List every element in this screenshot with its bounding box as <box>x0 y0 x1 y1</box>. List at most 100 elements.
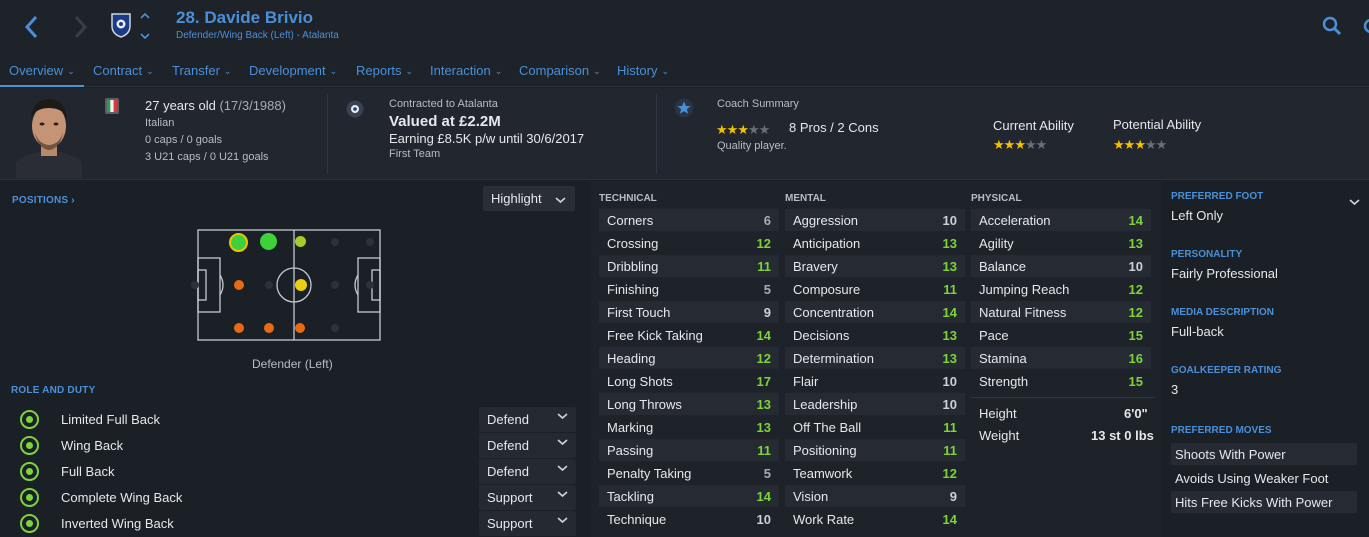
attribute-row[interactable]: Free Kick Taking 14 <box>599 324 779 346</box>
attribute-row[interactable]: Composure 11 <box>785 278 965 300</box>
attribute-name: Acceleration <box>979 213 1051 228</box>
position-dot[interactable] <box>234 280 244 290</box>
attribute-name: Natural Fitness <box>979 305 1067 320</box>
tab-interaction[interactable]: Interaction ⌄ <box>430 63 502 78</box>
attribute-row[interactable]: Positioning 11 <box>785 439 965 461</box>
position-dot[interactable] <box>295 323 305 333</box>
tab-development[interactable]: Development ⌄ <box>249 63 337 78</box>
contract-label: Contracted to Atalanta <box>389 98 498 110</box>
chevron-up-icon[interactable] <box>140 12 150 23</box>
position-dot[interactable] <box>295 236 306 247</box>
attribute-row[interactable]: Passing 11 <box>599 439 779 461</box>
attribute-name: Long Throws <box>607 397 682 412</box>
position-dot[interactable] <box>331 281 339 289</box>
tab-history[interactable]: History ⌄ <box>617 63 669 78</box>
position-dot[interactable] <box>366 281 374 289</box>
attribute-row[interactable]: Strength 15 <box>971 370 1151 392</box>
role-row[interactable]: Limited Full Back Defend <box>10 407 580 432</box>
position-dot[interactable] <box>366 238 374 246</box>
chevron-down-icon[interactable] <box>140 27 150 45</box>
personality-label: PERSONALITY <box>1171 249 1243 260</box>
attribute-row[interactable]: Bravery 13 <box>785 255 965 277</box>
attribute-row[interactable]: Marking 13 <box>599 416 779 438</box>
duty-dropdown[interactable]: Support <box>479 485 576 510</box>
partial-icon[interactable] <box>1362 16 1369 36</box>
attribute-row[interactable]: Flair 10 <box>785 370 965 392</box>
role-row[interactable]: Full Back Defend <box>10 459 580 484</box>
attribute-row[interactable]: Long Shots 17 <box>599 370 779 392</box>
search-icon[interactable] <box>1321 15 1343 37</box>
attribute-row[interactable]: Concentration 14 <box>785 301 965 323</box>
pros-cons[interactable]: 8 Pros / 2 Cons <box>789 120 879 135</box>
attribute-value: 12 <box>756 351 771 366</box>
attribute-row[interactable]: Anticipation 13 <box>785 232 965 254</box>
attribute-row[interactable]: Determination 13 <box>785 347 965 369</box>
attribute-row[interactable]: Leadership 10 <box>785 393 965 415</box>
potential-ability-stars: ★★★★★ <box>1113 136 1167 154</box>
role-row[interactable]: Wing Back Defend <box>10 433 580 458</box>
attribute-row[interactable]: Corners 6 <box>599 209 779 231</box>
position-dot[interactable] <box>331 324 339 332</box>
position-dot[interactable] <box>265 281 273 289</box>
tab-contract[interactable]: Contract ⌄ <box>93 63 154 78</box>
attribute-row[interactable]: Decisions 13 <box>785 324 965 346</box>
preferred-foot: Left Only <box>1171 208 1224 223</box>
attribute-name: Crossing <box>607 236 659 251</box>
role-row[interactable]: Complete Wing Back Support <box>10 485 580 510</box>
position-dot[interactable] <box>260 233 277 250</box>
attribute-name: Flair <box>793 374 819 389</box>
tab-overview[interactable]: Overview ⌄ <box>9 63 75 78</box>
attribute-row[interactable]: Heading 12 <box>599 347 779 369</box>
attribute-row[interactable]: Pace 15 <box>971 324 1151 346</box>
attribute-row[interactable]: Off The Ball 11 <box>785 416 965 438</box>
attribute-row[interactable]: First Touch 9 <box>599 301 779 323</box>
position-dot[interactable] <box>229 233 248 252</box>
attribute-row[interactable]: Finishing 5 <box>599 278 779 300</box>
position-dot[interactable] <box>295 279 307 291</box>
attribute-row[interactable]: Work Rate 14 <box>785 508 965 530</box>
duty-dropdown[interactable]: Support <box>479 511 576 536</box>
role-row[interactable]: Inverted Wing Back Support <box>10 511 580 536</box>
role-suitability-icon <box>20 410 39 429</box>
attribute-row[interactable]: Crossing 12 <box>599 232 779 254</box>
club-crest-icon[interactable] <box>110 12 132 38</box>
attribute-row[interactable]: Acceleration 14 <box>971 209 1151 231</box>
player-photo[interactable] <box>16 90 82 178</box>
star-icon: ★ <box>1144 137 1157 152</box>
attribute-row[interactable]: Teamwork 12 <box>785 462 965 484</box>
attribute-value: 10 <box>942 397 957 412</box>
attribute-row[interactable]: Natural Fitness 12 <box>971 301 1151 323</box>
duty-dropdown[interactable]: Defend <box>479 459 576 484</box>
attribute-row[interactable]: Balance 10 <box>971 255 1151 277</box>
position-dot[interactable] <box>191 281 199 289</box>
attribute-row[interactable]: Agility 13 <box>971 232 1151 254</box>
forward-icon[interactable] <box>70 14 90 40</box>
attribute-row[interactable]: Jumping Reach 12 <box>971 278 1151 300</box>
attribute-row[interactable]: Long Throws 13 <box>599 393 779 415</box>
tab-transfer[interactable]: Transfer ⌄ <box>172 63 231 78</box>
attribute-row[interactable]: Aggression 10 <box>785 209 965 231</box>
duty-dropdown[interactable]: Defend <box>479 433 576 458</box>
position-dot[interactable] <box>331 238 339 246</box>
back-icon[interactable] <box>22 14 42 40</box>
position-dot[interactable] <box>234 323 244 333</box>
attribute-row[interactable]: Vision 9 <box>785 485 965 507</box>
nationality[interactable]: Italian <box>145 117 174 129</box>
attribute-row[interactable]: Penalty Taking 5 <box>599 462 779 484</box>
attribute-row[interactable]: Tackling 14 <box>599 485 779 507</box>
player-subtitle[interactable]: Defender/Wing Back (Left) - Atalanta <box>176 30 339 41</box>
chevron-down-icon[interactable] <box>1349 193 1360 211</box>
attribute-value: 11 <box>943 443 957 458</box>
attribute-row[interactable]: Dribbling 11 <box>599 255 779 277</box>
attribute-row[interactable]: Technique 10 <box>599 508 779 530</box>
position-dot[interactable] <box>264 323 274 333</box>
highlight-dropdown[interactable]: Highlight <box>483 186 575 211</box>
attribute-row[interactable]: Stamina 16 <box>971 347 1151 369</box>
attribute-name: Leadership <box>793 397 858 412</box>
duty-dropdown[interactable]: Defend <box>479 407 576 432</box>
tab-reports[interactable]: Reports ⌄ <box>356 63 413 78</box>
positions-title[interactable]: POSITIONS › <box>12 195 75 206</box>
tab-comparison[interactable]: Comparison ⌄ <box>519 63 601 78</box>
chevron-right-icon: › <box>71 195 75 206</box>
caps: 0 caps / 0 goals <box>145 134 223 146</box>
